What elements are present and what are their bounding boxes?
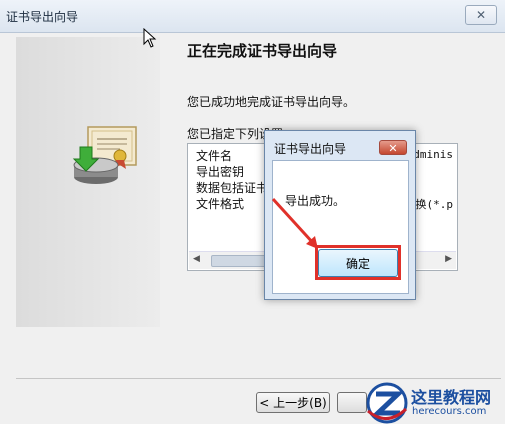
title-bar: 证书导出向导 ✕: [0, 0, 505, 33]
certificate-export-wizard: 证书导出向导 ✕ 正在完成证书导出向导 您已成功地完成证书导出向导。 您已指定下…: [0, 0, 505, 424]
setting-name-file: 文件名: [196, 149, 233, 163]
page-heading: 正在完成证书导出向导: [187, 42, 338, 60]
setting-name-format: 文件格式: [196, 197, 245, 211]
dialog-title: 证书导出向导: [274, 142, 347, 156]
setting-value-format: 换(*.p: [415, 198, 454, 211]
ok-button[interactable]: 确定: [318, 249, 398, 277]
red-arrow-icon: [271, 197, 318, 249]
back-button[interactable]: < 上一步(B): [256, 392, 330, 413]
setting-name-include-cert: 数据包括证书: [196, 181, 269, 195]
watermark-title: 这里教程网: [411, 388, 492, 407]
watermark-url: herecours.com: [412, 406, 487, 417]
footer-divider: [16, 378, 501, 379]
window-title: 证书导出向导: [6, 10, 79, 24]
certificate-export-icon: [72, 126, 137, 184]
setting-name-export-key: 导出密钥: [196, 165, 245, 179]
mouse-cursor-icon: [143, 28, 157, 48]
scroll-left-icon[interactable]: ◀: [193, 254, 200, 264]
dialog-close-button[interactable]: ✕: [379, 140, 407, 155]
completion-text: 您已成功地完成证书导出向导。: [187, 95, 356, 109]
scroll-right-icon[interactable]: ▶: [445, 254, 452, 264]
wizard-side-banner: [16, 37, 160, 327]
window-close-button[interactable]: ✕: [465, 5, 497, 25]
